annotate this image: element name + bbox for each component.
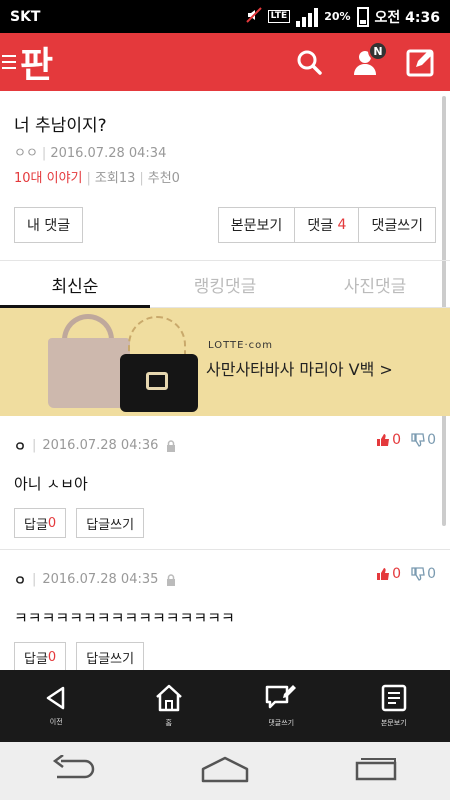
- post-author[interactable]: ㅇㅇ: [14, 146, 38, 161]
- comment-item: ㅇ | 2016.07.28 04:35 0 0 ㅋㅋㅋㅋㅋㅋㅋㅋㅋㅋㅋㅋㅋㅋㅋㅋ …: [0, 550, 450, 670]
- write-comment-button[interactable]: 댓글쓰기: [359, 207, 436, 243]
- home-nav-button[interactable]: [200, 755, 250, 787]
- upvote-button[interactable]: 0: [376, 432, 401, 448]
- write-reply-button[interactable]: 답글쓰기: [76, 642, 145, 670]
- ad-brand: LOTTE·com: [208, 340, 273, 351]
- thumbs-down-icon: [411, 433, 425, 447]
- comment-author[interactable]: ㅇ: [14, 570, 26, 589]
- bottom-toolbar: 이전 홈 댓글쓰기 본문보기: [0, 670, 450, 742]
- app-bar: 판 N: [0, 33, 450, 91]
- menu-icon[interactable]: [2, 55, 16, 69]
- prev-button[interactable]: 이전: [0, 670, 113, 742]
- post-title: 너 추남이지?: [14, 116, 107, 136]
- profile-button[interactable]: N: [348, 41, 388, 79]
- back-triangle-icon: [47, 686, 65, 710]
- thumbs-up-icon: [377, 568, 390, 580]
- write-reply-button[interactable]: 답글쓰기: [76, 508, 145, 538]
- view-body-tool-button[interactable]: 본문보기: [338, 670, 450, 742]
- comment-edit-icon: [266, 685, 297, 709]
- tab-latest[interactable]: 최신순: [0, 262, 150, 308]
- comments-count: 4: [337, 217, 347, 233]
- write-post-button[interactable]: [404, 45, 438, 79]
- post-header: 너 추남이지? ㅇㅇ | 2016.07.28 04:34 10대 이야기 | 조회13…: [0, 91, 450, 261]
- app-logo[interactable]: 판: [20, 36, 53, 88]
- post-views: 조회13: [94, 171, 136, 186]
- battery-icon: [356, 6, 369, 27]
- thumbs-down-icon: [411, 567, 425, 581]
- network-type: LTE: [267, 10, 291, 23]
- ad-text: 사만사타바사 마리아 V백 >: [206, 360, 393, 379]
- home-icon: [155, 684, 182, 712]
- my-comments-button[interactable]: 내 댓글: [14, 207, 84, 243]
- ad-banner[interactable]: LOTTE·com 사만사타바사 마리아 V백 >: [0, 308, 450, 416]
- home-button[interactable]: 홈: [113, 670, 226, 742]
- lock-icon: [167, 573, 176, 586]
- comments-label: 댓글: [307, 218, 334, 234]
- post-stats: 10대 이야기 | 조회13 | 추천0: [14, 171, 180, 186]
- reply-button[interactable]: 답글 0: [14, 642, 67, 670]
- comment-item: ㅇ | 2016.07.28 04:36 0 0 아니 ㅅㅂ아 답글 0 답글쓰기: [0, 416, 450, 550]
- document-icon: [381, 684, 406, 712]
- tab-photo[interactable]: 사진댓글: [300, 262, 450, 307]
- thumbs-up-icon: [377, 434, 390, 446]
- carrier-label: SKT: [10, 8, 41, 25]
- post-date: 2016.07.28 04:34: [50, 146, 167, 161]
- post-meta: ㅇㅇ | 2016.07.28 04:34: [14, 146, 167, 161]
- edit-icon: [406, 49, 434, 77]
- status-icons: LTE 20% 오전 4:36: [245, 6, 440, 27]
- comment-date: 2016.07.28 04:36: [42, 438, 159, 453]
- battery-percent: 20%: [324, 10, 351, 23]
- reply-button[interactable]: 답글 0: [14, 508, 67, 538]
- mute-icon: [245, 6, 262, 27]
- notification-badge: N: [368, 41, 388, 61]
- comment-date: 2016.07.28 04:35: [42, 572, 159, 587]
- downvote-button[interactable]: 0: [411, 432, 436, 448]
- search-button[interactable]: [292, 45, 326, 79]
- home-outline-icon: [201, 756, 249, 783]
- status-bar: SKT LTE 20% 오전 4:36: [0, 0, 450, 33]
- signal-icon: [296, 7, 319, 27]
- view-body-button[interactable]: 본문보기: [217, 207, 296, 243]
- comment-list: ㅇ | 2016.07.28 04:36 0 0 아니 ㅅㅂ아 답글 0 답글쓰기 ㅇ…: [0, 416, 450, 670]
- lock-icon: [167, 439, 176, 452]
- downvote-button[interactable]: 0: [411, 566, 436, 582]
- search-icon: [297, 50, 322, 75]
- back-button[interactable]: [51, 754, 97, 787]
- comment-author[interactable]: ㅇ: [14, 436, 26, 455]
- comment-text: 아니 ㅅㅂ아: [14, 475, 88, 493]
- system-nav-bar: [0, 742, 450, 800]
- back-arrow-icon: [53, 754, 95, 779]
- comment-tabs: 최신순 랭킹댓글 사진댓글: [0, 262, 450, 308]
- post-category[interactable]: 10대 이야기: [14, 171, 83, 186]
- comments-button[interactable]: 댓글 4: [295, 207, 360, 243]
- write-comment-tool-button[interactable]: 댓글쓰기: [225, 670, 338, 742]
- clock: 오전 4:36: [374, 9, 440, 26]
- post-recommends: 추천0: [147, 171, 180, 186]
- recents-icon: [355, 758, 396, 781]
- comment-text: ㅋㅋㅋㅋㅋㅋㅋㅋㅋㅋㅋㅋㅋㅋㅋㅋ: [14, 609, 235, 627]
- tab-ranking[interactable]: 랭킹댓글: [150, 262, 300, 307]
- upvote-button[interactable]: 0: [376, 566, 401, 582]
- recents-button[interactable]: [353, 755, 399, 787]
